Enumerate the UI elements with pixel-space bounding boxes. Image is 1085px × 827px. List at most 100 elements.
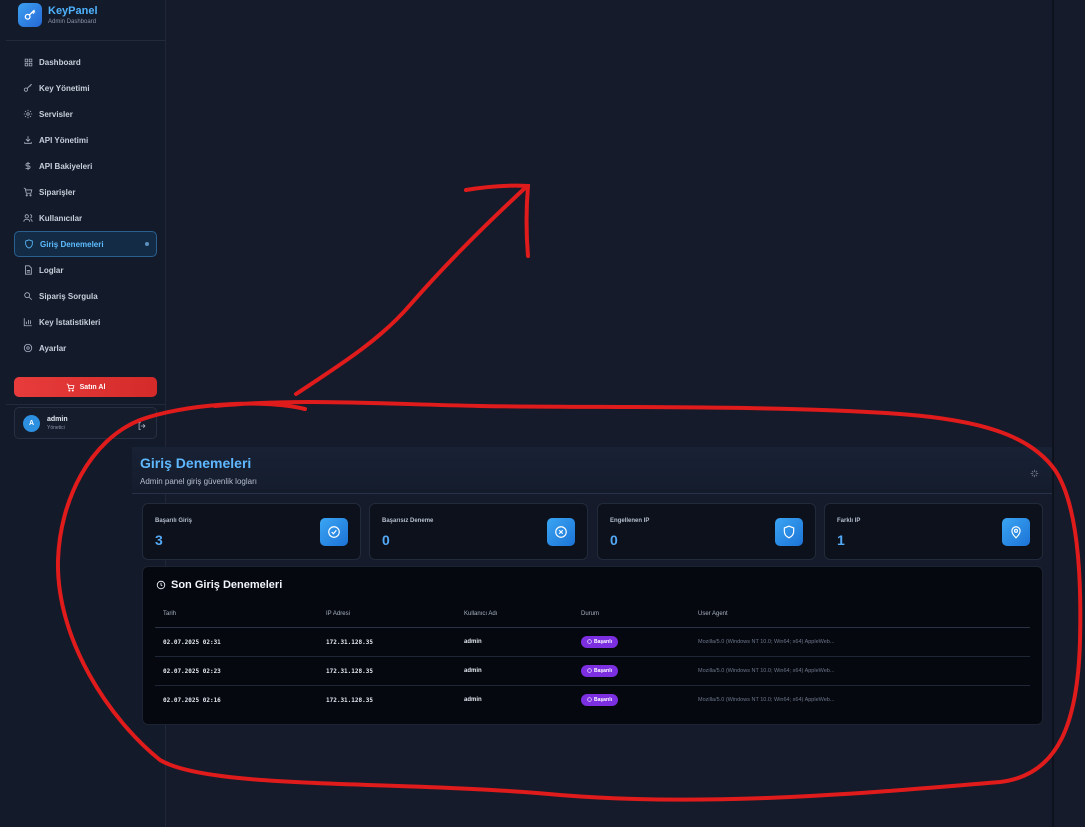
sidebar-item-label: Loglar [39,265,64,275]
page-header [132,447,1052,494]
sidebar-item-label: API Bakiyeleri [39,161,93,171]
sidebar-item-siparis-sorgula[interactable]: Sipariş Sorgula [14,283,157,309]
column-header-durum[interactable]: Durum [581,611,599,617]
annotation-arrow-shaft [294,186,527,396]
cell-user-agent: Mozilla/5.0 (Windows NT 10.0; Win64; x64… [698,639,835,645]
sidebar-item-label: Siparişler [39,187,76,197]
clock-icon [156,580,166,590]
sidebar-item-api-bakiyeleri[interactable]: API Bakiyeleri [14,153,157,179]
user-card: A admin Yönetici [14,407,157,439]
stat-value: 0 [610,532,618,548]
divider [6,40,165,41]
column-header-ip[interactable]: IP Adresi [326,611,350,617]
stat-label: Başarısız Deneme [382,518,434,524]
sidebar-item-label: Sipariş Sorgula [39,291,98,301]
grid-icon [23,57,33,67]
sidebar-item-label: Key İstatistikleri [39,317,101,327]
table-row[interactable]: 02.07.2025 02:31 172.31.128.35 admin Baş… [155,628,1030,657]
status-badge: Başarılı [581,694,619,706]
stat-label: Başarılı Giriş [155,518,193,524]
cart-icon [23,187,33,197]
table-row[interactable]: 02.07.2025 02:23 172.31.128.35 admin Baş… [155,657,1030,686]
column-header-user-agent[interactable]: User Agent [698,611,728,617]
sidebar-item-label: Key Yönetimi [39,83,90,93]
sidebar-item-label: Ayarlar [39,343,67,353]
stat-label: Farklı IP [837,518,861,524]
panel-title-label: Son Giriş Denemeleri [171,579,283,591]
download-icon [23,135,33,145]
cell-user: admin [464,668,482,674]
stat-value: 3 [155,532,163,548]
cell-user: admin [464,639,482,645]
cell-ip: 172.31.128.35 [326,639,373,646]
search-icon [23,291,33,301]
dollar-icon [23,161,33,171]
cell-date: 02.07.2025 02:16 [163,697,221,704]
sidebar-item-dashboard[interactable]: Dashboard [14,49,157,75]
column-header-tarih[interactable]: Tarih [163,611,176,617]
map-pin-icon [1002,518,1030,546]
sidebar-item-label: Kullanıcılar [39,213,83,223]
divider [6,404,165,405]
sidebar-item-siparisler[interactable]: Siparişler [14,179,157,205]
users-icon [23,213,33,223]
x-circle-icon [547,518,575,546]
window-edge [1052,0,1054,827]
check-circle-icon [587,696,592,704]
stat-card-basarili-giris: Başarılı Giriş 3 [142,503,361,560]
key-icon [18,3,42,27]
cell-ip: 172.31.128.35 [326,668,373,675]
status-label: Başarılı [594,639,613,645]
cell-user-agent: Mozilla/5.0 (Windows NT 10.0; Win64; x64… [698,668,835,674]
buy-button-label: Satın Al [79,383,106,391]
stat-label: Engellenen IP [610,518,650,524]
bar-chart-icon [23,317,33,327]
page-subtitle: Admin panel giriş güvenlik logları [140,477,257,486]
check-circle-icon [587,638,592,646]
annotation-arrow-head [464,183,531,258]
sidebar-item-servisler[interactable]: Servisler [14,101,157,127]
check-circle-icon [587,667,592,675]
stat-card-basarisiz-deneme: Başarısız Deneme 0 [369,503,588,560]
gear-icon [23,109,33,119]
avatar: A [23,415,40,432]
brand-subtitle: Admin Dashboard [48,18,97,25]
cart-icon [66,383,75,392]
buy-button[interactable]: Satın Al [14,377,157,397]
sidebar-item-ayarlar[interactable]: Ayarlar [14,335,157,361]
sidebar-item-loglar[interactable]: Loglar [14,257,157,283]
table-row[interactable]: 02.07.2025 02:16 172.31.128.35 admin Baş… [155,686,1030,715]
sidebar-item-giris-denemeleri[interactable]: Giriş Denemeleri [14,231,157,257]
sidebar-item-label: Dashboard [39,57,81,67]
key-icon [23,83,33,93]
shield-icon [24,239,34,249]
sidebar-item-key-yonetimi[interactable]: Key Yönetimi [14,75,157,101]
user-name: admin [47,416,68,423]
stat-card-engellenen-ip: Engellenen IP 0 [597,503,816,560]
sparkle-icon [1030,465,1039,483]
settings-icon [23,343,33,353]
cell-date: 02.07.2025 02:31 [163,639,221,646]
status-label: Başarılı [594,697,613,703]
logout-icon[interactable] [137,418,147,436]
login-attempts-panel: Son Giriş Denemeleri Tarih IP Adresi Kul… [142,566,1043,725]
cell-date: 02.07.2025 02:23 [163,668,221,675]
active-indicator [145,242,149,246]
stat-value: 0 [382,532,390,548]
sidebar-item-kullanicilar[interactable]: Kullanıcılar [14,205,157,231]
cell-user-agent: Mozilla/5.0 (Windows NT 10.0; Win64; x64… [698,697,835,703]
status-badge: Başarılı [581,636,619,648]
page-title: Giriş Denemeleri [140,455,252,471]
column-header-kullanici[interactable]: Kullanıcı Adı [464,611,497,617]
check-circle-icon [320,518,348,546]
brand[interactable]: KeyPanel Admin Dashboard [18,3,98,27]
cell-ip: 172.31.128.35 [326,697,373,704]
sidebar-item-key-istatistikleri[interactable]: Key İstatistikleri [14,309,157,335]
stat-value: 1 [837,532,845,548]
status-badge: Başarılı [581,665,619,677]
sidebar-item-api-yonetimi[interactable]: API Yönetimi [14,127,157,153]
sidebar-item-label: Servisler [39,109,73,119]
cell-user: admin [464,697,482,703]
file-icon [23,265,33,275]
brand-name: KeyPanel [48,4,98,17]
